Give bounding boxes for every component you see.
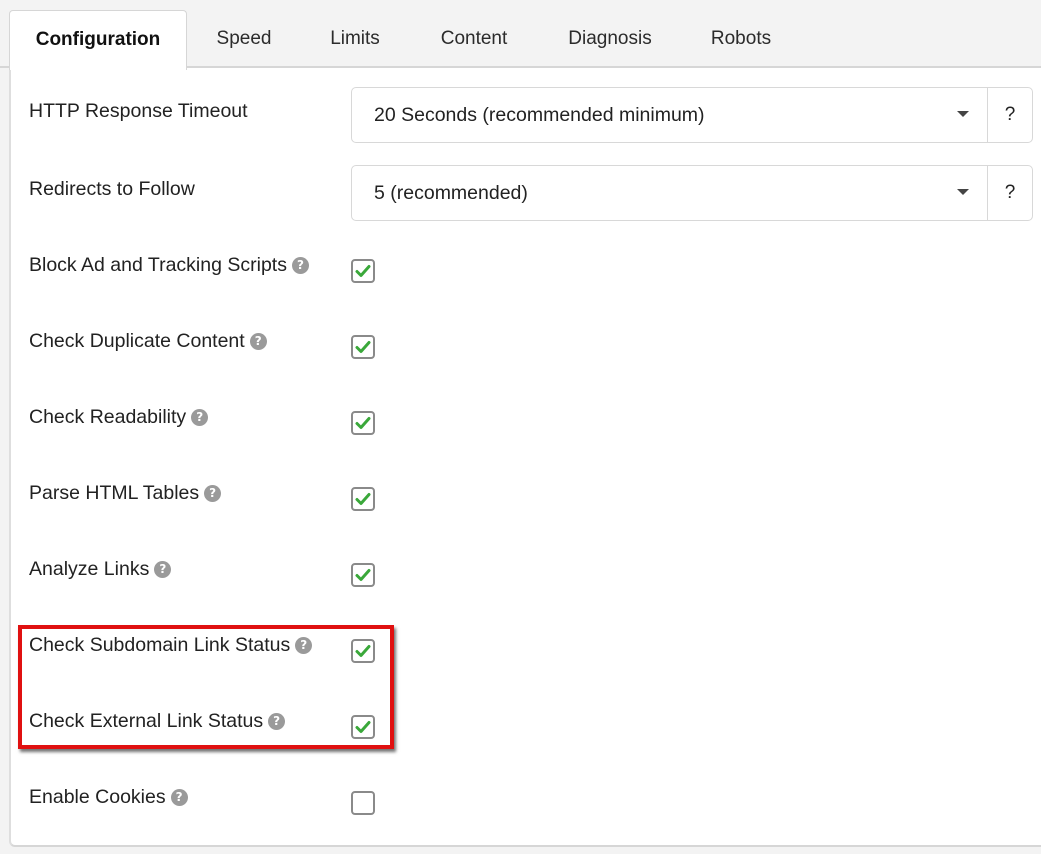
parse-html-tables-label-text: Parse HTML Tables: [29, 482, 200, 504]
checkmark-icon: [355, 569, 371, 581]
analyze-links-checkbox[interactable]: [351, 563, 375, 587]
tab-speed[interactable]: Speed: [200, 10, 288, 68]
question-circle-icon[interactable]: ?: [170, 789, 188, 806]
enable-cookies-checkbox[interactable]: [351, 791, 375, 815]
tab-bar: Configuration Speed Limits Content Diagn…: [0, 0, 1041, 70]
checkmark-icon: [355, 265, 371, 277]
checkmark-icon: [355, 721, 371, 733]
question-circle-icon[interactable]: ?: [291, 257, 309, 274]
tab-configuration[interactable]: Configuration: [9, 10, 187, 70]
parse-html-tables-label: Parse HTML Tables?: [29, 482, 222, 505]
redirects-select[interactable]: 5 (recommended): [352, 166, 987, 220]
checkmark-icon: [355, 341, 371, 353]
block-ad-tracking-checkbox[interactable]: [351, 259, 375, 283]
caret-down-icon: [957, 111, 969, 117]
check-subdomain-link-status-checkbox[interactable]: [351, 639, 375, 663]
check-external-link-status-label-text: Check External Link Status: [29, 710, 264, 732]
enable-cookies-label-text: Enable Cookies: [29, 786, 166, 808]
redirects-help-button[interactable]: ?: [987, 166, 1032, 220]
check-external-link-status-checkbox[interactable]: [351, 715, 375, 739]
check-subdomain-link-status-label-text: Check Subdomain Link Status: [29, 634, 291, 656]
http-timeout-value: 20 Seconds (recommended minimum): [374, 104, 705, 126]
check-duplicate-content-label: Check Duplicate Content?: [29, 330, 267, 353]
redirects-value: 5 (recommended): [374, 182, 528, 204]
caret-down-icon: [957, 189, 969, 195]
check-duplicate-content-checkbox[interactable]: [351, 335, 375, 359]
question-circle-icon[interactable]: ?: [249, 333, 267, 350]
check-subdomain-link-status-label: Check Subdomain Link Status?: [29, 634, 313, 657]
check-duplicate-content-label-text: Check Duplicate Content: [29, 330, 245, 352]
question-circle-icon[interactable]: ?: [268, 713, 286, 730]
http-timeout-label-text: HTTP Response Timeout: [29, 100, 248, 122]
parse-html-tables-checkbox[interactable]: [351, 487, 375, 511]
check-external-link-status-label: Check External Link Status?: [29, 710, 286, 733]
analyze-links-label: Analyze Links?: [29, 558, 172, 581]
tab-content[interactable]: Content: [424, 10, 524, 68]
check-readability-label: Check Readability?: [29, 406, 209, 429]
block-ad-tracking-label-text: Block Ad and Tracking Scripts: [29, 254, 287, 276]
analyze-links-label-text: Analyze Links: [29, 558, 150, 580]
http-timeout-help-button[interactable]: ?: [987, 88, 1032, 142]
checkmark-icon: [355, 645, 371, 657]
question-circle-icon[interactable]: ?: [191, 409, 209, 426]
http-timeout-label: HTTP Response Timeout: [29, 100, 248, 123]
tab-robots[interactable]: Robots: [694, 10, 788, 68]
check-readability-checkbox[interactable]: [351, 411, 375, 435]
question-circle-icon[interactable]: ?: [295, 637, 313, 654]
question-circle-icon[interactable]: ?: [154, 561, 172, 578]
enable-cookies-label: Enable Cookies?: [29, 786, 188, 809]
checkmark-icon: [355, 493, 371, 505]
check-readability-label-text: Check Readability: [29, 406, 187, 428]
http-timeout-field: 20 Seconds (recommended minimum) ?: [351, 87, 1033, 143]
http-timeout-select[interactable]: 20 Seconds (recommended minimum): [352, 88, 987, 142]
block-ad-tracking-label: Block Ad and Tracking Scripts?: [29, 254, 309, 277]
question-circle-icon[interactable]: ?: [204, 485, 222, 502]
configuration-panel: HTTP Response Timeout 20 Seconds (recomm…: [9, 68, 1041, 847]
tab-diagnosis[interactable]: Diagnosis: [552, 10, 668, 68]
redirects-field: 5 (recommended) ?: [351, 165, 1033, 221]
redirects-label: Redirects to Follow: [29, 178, 195, 201]
redirects-label-text: Redirects to Follow: [29, 178, 195, 200]
tab-limits[interactable]: Limits: [312, 10, 398, 68]
checkmark-icon: [355, 417, 371, 429]
